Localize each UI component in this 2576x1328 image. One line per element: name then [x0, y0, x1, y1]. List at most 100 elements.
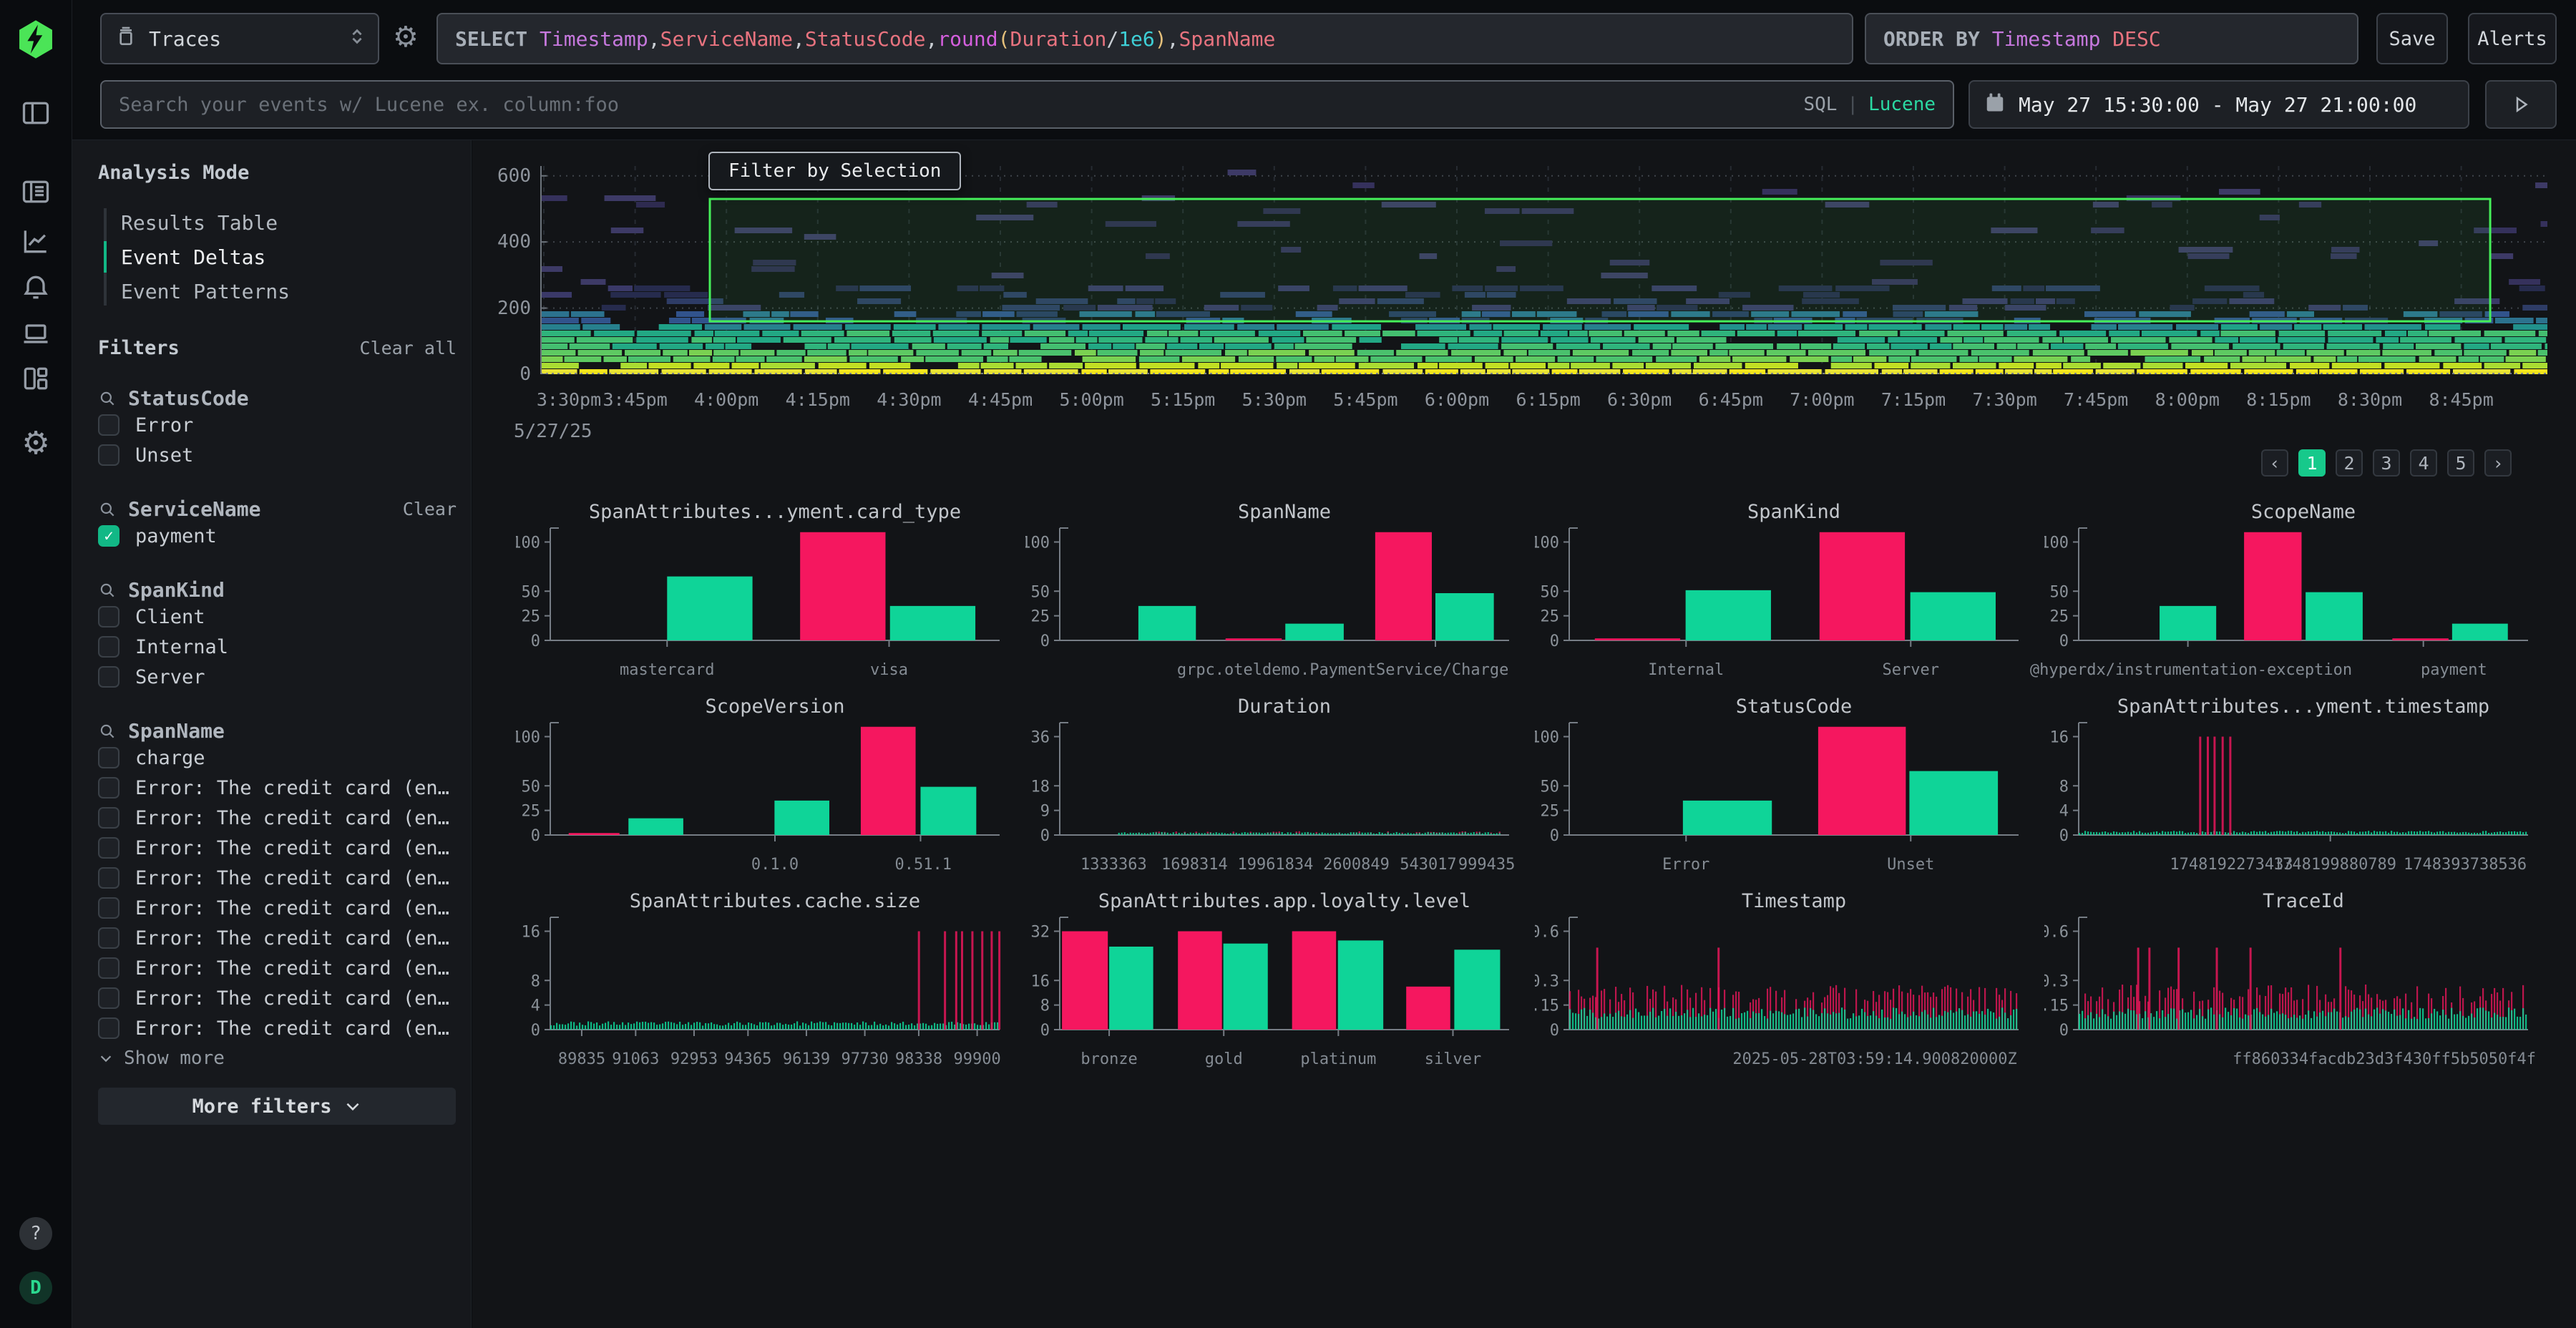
laptop-icon[interactable]	[20, 318, 52, 349]
filter-option[interactable]: charge	[98, 743, 459, 773]
filter-option[interactable]: Error: The credit card (end…	[98, 773, 459, 803]
checkbox[interactable]	[98, 1017, 119, 1039]
panel-left-icon[interactable]	[20, 97, 52, 129]
histogram-plot[interactable]: 361890	[1025, 720, 1512, 856]
histogram-x-label: 0.1.0	[751, 856, 799, 874]
checkbox[interactable]	[98, 807, 119, 829]
filter-option[interactable]: Error: The credit card (end…	[98, 953, 459, 983]
filter-group-header: SpanName	[98, 719, 459, 743]
show-more-link[interactable]: Show more	[98, 1048, 459, 1069]
search-icon[interactable]	[98, 389, 117, 408]
filter-option[interactable]: Error: The credit card (end…	[98, 833, 459, 863]
checkbox[interactable]	[98, 414, 119, 436]
histogram-x-label: Server	[1883, 661, 1939, 679]
query-settings-gear-icon[interactable]: ⚙	[393, 23, 419, 52]
analysis-mode-item[interactable]: Event Deltas	[105, 240, 459, 274]
histogram-plot[interactable]: 0.60.30.150	[2044, 914, 2531, 1050]
checkbox[interactable]	[98, 777, 119, 799]
checkbox[interactable]	[98, 867, 119, 889]
checkbox[interactable]	[98, 987, 119, 1009]
filter-option[interactable]: Error: The credit card (end…	[98, 923, 459, 953]
timeline-x-tick: 6:15pm	[1516, 389, 1580, 410]
pagination-prev-button[interactable]: ‹	[2261, 449, 2288, 477]
filter-option[interactable]: Error: The credit card (end…	[98, 1013, 459, 1043]
checkbox[interactable]	[98, 927, 119, 949]
filter-by-selection-tooltip[interactable]: Filter by Selection	[708, 152, 961, 190]
checkbox[interactable]	[98, 747, 119, 768]
svg-text:100: 100	[516, 729, 540, 747]
dashboard-icon[interactable]	[20, 363, 52, 394]
reader-icon[interactable]	[20, 176, 52, 208]
pagination: ‹ 12345 ›	[2261, 449, 2512, 477]
filter-option[interactable]: Unset	[98, 440, 459, 470]
lucene-toggle[interactable]: Lucene	[1868, 94, 1936, 115]
filter-option[interactable]: Server	[98, 662, 459, 692]
query-token: StatusCode	[805, 27, 926, 51]
pagination-page-3[interactable]: 3	[2373, 449, 2400, 477]
histogram-x-label: 1333363	[1080, 856, 1147, 874]
save-button[interactable]: Save	[2376, 13, 2448, 64]
language-toggle[interactable]: SQL | Lucene	[1803, 94, 1936, 115]
collection-icon	[114, 25, 137, 53]
histogram-x-label: 98338	[895, 1050, 942, 1068]
filter-option[interactable]: Error: The credit card (end…	[98, 893, 459, 923]
checkbox[interactable]	[98, 666, 119, 688]
histogram-plot[interactable]: 16840	[516, 914, 1002, 1050]
filter-option[interactable]: Internal	[98, 632, 459, 662]
user-avatar[interactable]: D	[19, 1271, 52, 1304]
sql-toggle[interactable]: SQL	[1803, 94, 1837, 115]
pagination-page-4[interactable]: 4	[2410, 449, 2437, 477]
histogram-x-label: grpc.oteldemo.PaymentService/Charge	[1177, 661, 1509, 679]
help-button[interactable]: ?	[19, 1217, 52, 1250]
histogram-plot[interactable]: 321680	[1025, 914, 1512, 1050]
filter-option[interactable]: Client	[98, 602, 459, 632]
checkbox[interactable]	[98, 957, 119, 979]
svg-text:16: 16	[522, 924, 541, 942]
filter-option[interactable]: Error	[98, 410, 459, 440]
histogram-plot[interactable]: 0.60.30.150	[1535, 914, 2021, 1050]
checkbox[interactable]	[98, 606, 119, 628]
search-icon[interactable]	[98, 500, 117, 519]
order-by-input[interactable]: ORDER BY Timestamp DESC	[1865, 13, 2358, 64]
run-query-button[interactable]	[2485, 80, 2557, 129]
checkbox[interactable]	[98, 837, 119, 859]
checkbox[interactable]: ✓	[98, 525, 119, 547]
filter-option[interactable]: Error: The credit card (end…	[98, 863, 459, 893]
histogram-plot[interactable]: 16840	[2044, 720, 2531, 856]
filter-option[interactable]: ✓payment	[98, 521, 459, 551]
histogram-plot[interactable]: 10050250	[516, 720, 1002, 856]
search-icon[interactable]	[98, 581, 117, 600]
histogram-plot[interactable]: 10050250	[516, 525, 1002, 661]
search-icon[interactable]	[98, 722, 117, 741]
checkbox[interactable]	[98, 636, 119, 658]
gear-icon[interactable]: ⚙	[21, 428, 49, 459]
clear-all-filters-link[interactable]: Clear all	[360, 338, 457, 358]
line-chart-icon[interactable]	[20, 225, 52, 257]
checkbox[interactable]	[98, 444, 119, 466]
filter-option[interactable]: Error: The credit card (end…	[98, 803, 459, 833]
pagination-page-2[interactable]: 2	[2336, 449, 2363, 477]
histogram-plot[interactable]: 10050250	[1535, 720, 2021, 856]
histogram-plot[interactable]: 10050250	[2044, 525, 2531, 661]
svg-text:0.15: 0.15	[1535, 997, 1559, 1015]
pagination-page-5[interactable]: 5	[2447, 449, 2474, 477]
source-select[interactable]: Traces	[100, 13, 379, 64]
sql-select-input[interactable]: SELECT Timestamp,ServiceName,StatusCode,…	[436, 13, 1853, 64]
histogram-plot[interactable]: 10050250	[1535, 525, 2021, 661]
histogram-9: SpanAttributes.app.loyalty.level321680br…	[1025, 890, 1512, 1069]
filter-option-label: Unset	[135, 444, 193, 467]
search-input[interactable]	[119, 94, 1803, 116]
analysis-mode-item[interactable]: Event Patterns	[105, 274, 459, 308]
icon-rail: ⚙? D	[0, 0, 72, 1328]
analysis-mode-item[interactable]: Results Table	[105, 205, 459, 240]
histogram-plot[interactable]: 10050250	[1025, 525, 1512, 661]
date-range-picker[interactable]: May 27 15:30:00 - May 27 21:00:00	[1968, 80, 2469, 129]
checkbox[interactable]	[98, 897, 119, 919]
bell-icon[interactable]	[20, 272, 52, 303]
pagination-next-button[interactable]: ›	[2484, 449, 2512, 477]
more-filters-button[interactable]: More filters	[98, 1088, 456, 1125]
clear-filter-link[interactable]: Clear	[403, 499, 457, 519]
filter-option[interactable]: Error: The credit card (end…	[98, 983, 459, 1013]
alerts-button[interactable]: Alerts	[2468, 13, 2557, 64]
pagination-page-1[interactable]: 1	[2298, 449, 2326, 477]
